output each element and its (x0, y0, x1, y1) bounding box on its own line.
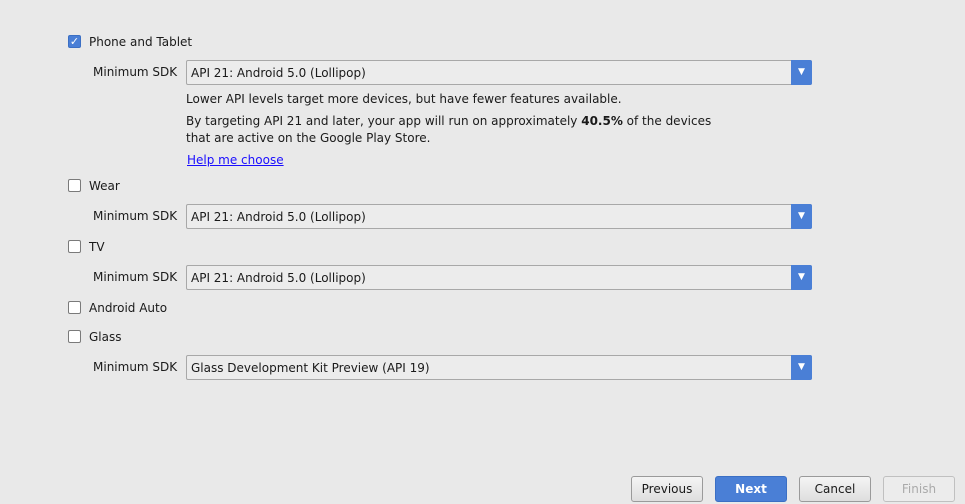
api-info-text: Lower API levels target more devices, bu… (186, 92, 622, 106)
chevron-down-icon[interactable]: ▼ (791, 60, 812, 85)
phone-tablet-label: Phone and Tablet (89, 35, 193, 49)
chevron-down-icon[interactable]: ▼ (791, 204, 812, 229)
next-button[interactable]: Next (715, 476, 787, 502)
glass-checkbox[interactable] (68, 330, 81, 343)
android-auto-label: Android Auto (89, 301, 168, 315)
glass-min-sdk-label: Minimum SDK (93, 360, 178, 374)
api-coverage-text: By targeting API 21 and later, your app … (186, 114, 712, 128)
tv-min-sdk-dropdown[interactable]: API 21: Android 5.0 (Lollipop) ▼ (186, 265, 812, 290)
tv-min-sdk-label: Minimum SDK (93, 270, 178, 284)
phone-min-sdk-label: Minimum SDK (93, 65, 178, 79)
android-auto-checkbox[interactable] (68, 301, 81, 314)
phone-tablet-checkbox[interactable]: ✓ (68, 35, 81, 48)
phone-min-sdk-value: API 21: Android 5.0 (Lollipop) (191, 66, 366, 80)
api-coverage-text-2: that are active on the Google Play Store… (186, 131, 431, 145)
glass-min-sdk-value: Glass Development Kit Preview (API 19) (191, 361, 430, 375)
help-me-choose-link[interactable]: Help me choose (187, 152, 284, 168)
coverage-percent: 40.5% (581, 114, 623, 128)
wear-min-sdk-value: API 21: Android 5.0 (Lollipop) (191, 210, 366, 224)
chevron-down-icon[interactable]: ▼ (791, 355, 812, 380)
cancel-button[interactable]: Cancel (799, 476, 871, 502)
tv-min-sdk-value: API 21: Android 5.0 (Lollipop) (191, 271, 366, 285)
phone-min-sdk-dropdown[interactable]: API 21: Android 5.0 (Lollipop) ▼ (186, 60, 812, 85)
tv-checkbox[interactable] (68, 240, 81, 253)
glass-label: Glass (89, 330, 122, 344)
wear-checkbox[interactable] (68, 179, 81, 192)
finish-button[interactable]: Finish (883, 476, 955, 502)
wear-min-sdk-label: Minimum SDK (93, 209, 178, 223)
previous-button[interactable]: Previous (631, 476, 703, 502)
chevron-down-icon[interactable]: ▼ (791, 265, 812, 290)
wear-label: Wear (89, 179, 120, 193)
glass-min-sdk-dropdown[interactable]: Glass Development Kit Preview (API 19) ▼ (186, 355, 812, 380)
wear-min-sdk-dropdown[interactable]: API 21: Android 5.0 (Lollipop) ▼ (186, 204, 812, 229)
tv-label: TV (89, 240, 105, 254)
